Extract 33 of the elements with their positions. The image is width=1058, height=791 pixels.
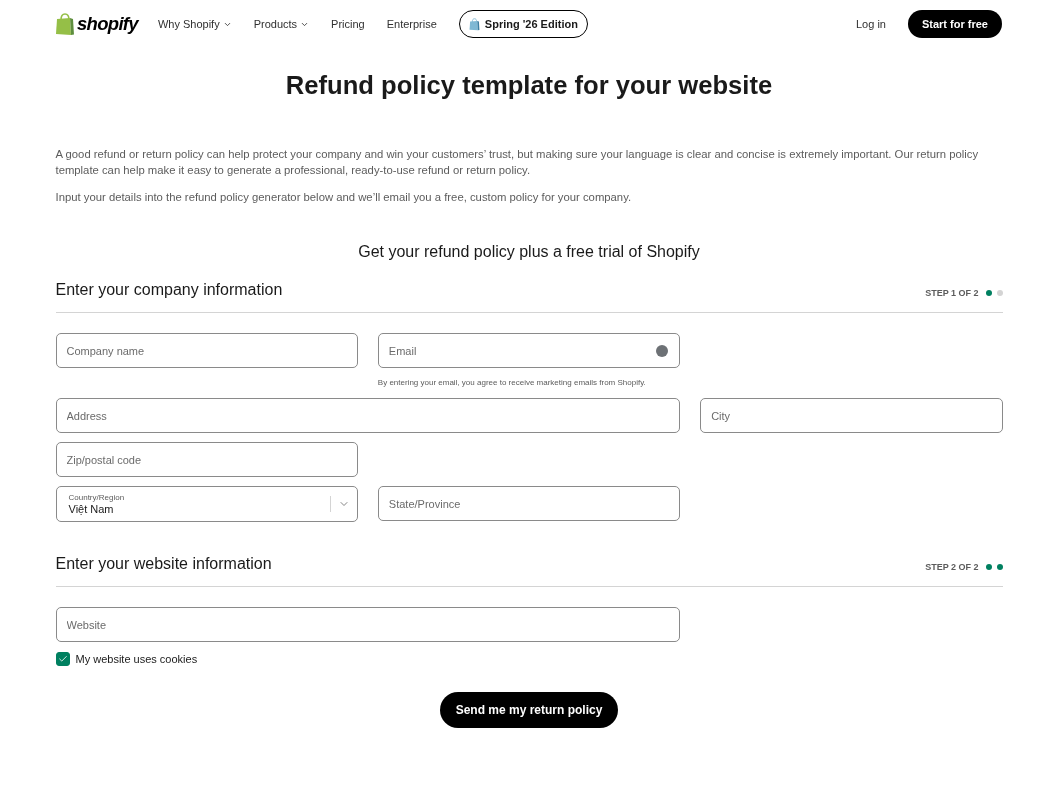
nav-link[interactable]: Why Shopify <box>157 18 232 30</box>
checkbox[interactable] <box>55 652 70 666</box>
nav-link[interactable]: Pricing <box>331 18 365 30</box>
shopping-bag-icon <box>468 17 480 31</box>
section-heading: Enter your company information <box>55 280 283 300</box>
logo-text: shopify <box>77 13 138 35</box>
text-input[interactable]: State/Province <box>377 486 681 521</box>
field-label: Country/Region <box>68 492 125 503</box>
intro-paragraph: A good refund or return policy can help protect your company and win your customers’ trust, but making sure your language is clear and concise is extremely important. Our return policy template can help make it easy to generate a professional, ready-to-use refund or return policy. <box>55 147 980 178</box>
text-input[interactable]: Zip/postal code <box>55 442 358 477</box>
edition-button[interactable]: Spring '26 Edition <box>458 10 588 38</box>
nav-link[interactable]: Enterprise <box>386 18 437 30</box>
text-input[interactable]: Website <box>55 607 681 642</box>
intro-paragraph: Input your details into the refund policy generator below and we’ll email you a free, custom policy for your company. <box>55 190 633 205</box>
step-label: STEP 2 OF 2 <box>925 562 979 572</box>
check-icon <box>57 654 68 664</box>
text-input[interactable]: Address <box>55 398 681 433</box>
submit-button[interactable]: Send me my return policy <box>439 692 619 728</box>
nav-link[interactable]: Products <box>253 18 310 30</box>
text-input[interactable]: Company name <box>55 333 358 368</box>
section-heading: Enter your website information <box>55 554 272 574</box>
email-input[interactable]: Email <box>377 333 681 368</box>
text-input[interactable]: City <box>700 398 1003 433</box>
login-link[interactable]: Log in <box>856 18 886 30</box>
step-label: STEP 1 OF 2 <box>925 288 979 298</box>
circle-icon <box>656 344 669 357</box>
start-button[interactable]: Start for free <box>907 10 1002 38</box>
form-title: Get your refund policy plus a free trial of Shopify <box>357 243 701 261</box>
checkbox-label: My website uses cookies <box>75 653 198 665</box>
email-consent-note: By entering your email, you agree to receive marketing emails from Shopify. <box>377 377 647 389</box>
page-title: Refund policy template for your website <box>284 70 774 100</box>
country-select[interactable]: Country/Region Việt Nam <box>55 486 358 522</box>
shopping-bag-icon <box>55 12 75 36</box>
